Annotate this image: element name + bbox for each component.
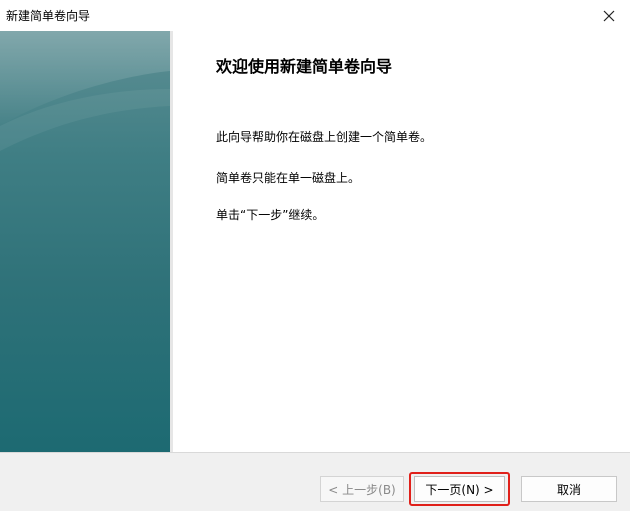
close-button[interactable]: [588, 0, 630, 31]
description-line-2: 简单卷只能在单一磁盘上。: [216, 171, 361, 185]
banner-swoosh: [0, 31, 170, 151]
title-bar: 新建简单卷向导: [0, 0, 630, 31]
wizard-main: 欢迎使用新建简单卷向导 此向导帮助你在磁盘上创建一个简单卷。 简单卷只能在单一磁…: [174, 31, 630, 452]
back-button[interactable]: < 上一步(B): [320, 476, 404, 502]
description-line-1: 此向导帮助你在磁盘上创建一个简单卷。: [216, 130, 433, 144]
wizard-footer: < 上一步(B) 下一页(N) > 取消: [0, 452, 630, 511]
window-title: 新建简单卷向导: [6, 9, 91, 23]
page-title: 欢迎使用新建简单卷向导: [216, 57, 393, 76]
wizard-window: 新建简单卷向导 欢迎使用新建简单卷向导 此向导帮助你在磁盘上创建一个简单卷。 简…: [0, 0, 630, 511]
close-icon: [603, 10, 615, 21]
next-button[interactable]: 下一页(N) >: [414, 476, 505, 502]
wizard-side-banner: [0, 31, 170, 452]
wizard-content: 欢迎使用新建简单卷向导 此向导帮助你在磁盘上创建一个简单卷。 简单卷只能在单一磁…: [0, 31, 630, 452]
cancel-button[interactable]: 取消: [521, 476, 617, 502]
side-divider: [170, 31, 173, 452]
description-line-3: 单击“下一步”继续。: [216, 208, 325, 222]
